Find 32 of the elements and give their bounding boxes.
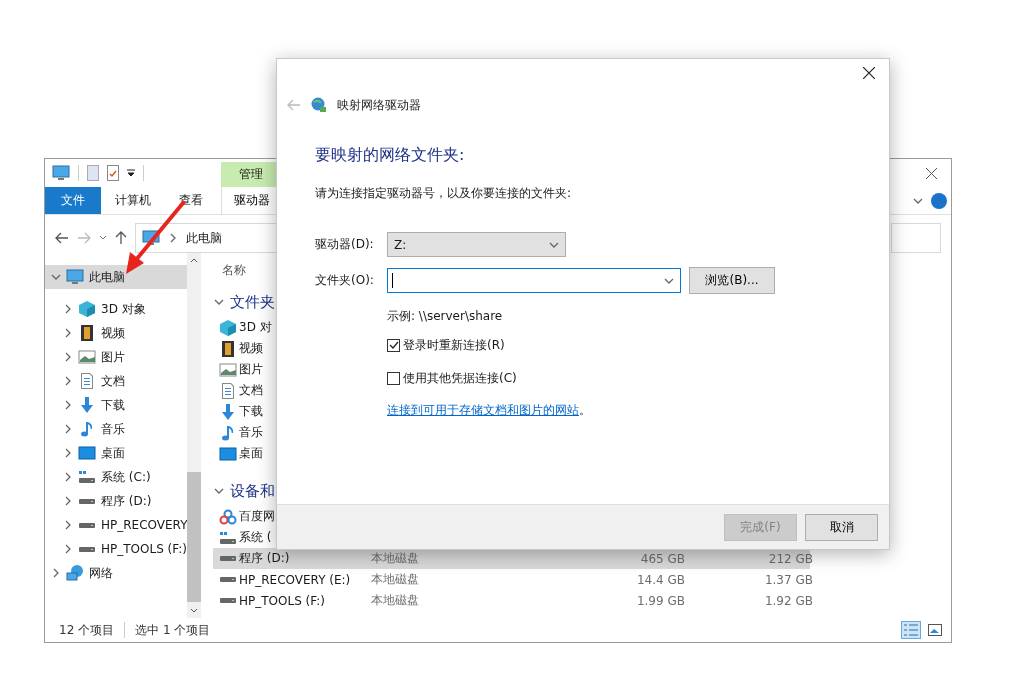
example-text: 示例: \\server\share [387, 308, 504, 325]
name-cell-text: 桌面 [239, 445, 264, 462]
link-suffix: 。 [579, 402, 591, 419]
name-cell-text: 3D 对 [239, 319, 273, 336]
group-header: 设备和 [230, 481, 275, 501]
size-cell-text: 1.99 GB [635, 593, 685, 608]
name-cell-text: 图片 [239, 361, 264, 378]
free-space-cell-text: 1.37 GB [763, 572, 813, 587]
free-space-cell-text: 1.92 GB [763, 593, 813, 608]
type-cell-text: 本地磁盘 [371, 592, 420, 609]
free-space-cell-text: 212 GB [767, 551, 813, 566]
name-cell-text: 视频 [239, 340, 264, 357]
name-cell-text: 程序 (D:) [239, 550, 291, 567]
type-cell-text: 本地磁盘 [371, 571, 420, 588]
name-cell-text: HP_TOOLS (F:) [239, 593, 326, 608]
size-cell-text: 14.4 GB [635, 572, 685, 587]
name-cell-text: 系统 ( [239, 529, 273, 546]
group-header: 文件夹 [230, 292, 275, 312]
name-cell-text: 下载 [239, 403, 264, 420]
folder-label: 文件夹(O): [315, 272, 375, 289]
dialog-heading: 要映射的网络文件夹: [315, 145, 466, 166]
type-cell-text: 本地磁盘 [371, 550, 420, 567]
name-cell-text: 文档 [239, 382, 264, 399]
dialog-title: 映射网络驱动器 [337, 96, 421, 114]
size-cell-text: 465 GB [639, 551, 685, 566]
selection-count: 选中 1 个项目 [135, 621, 211, 639]
drive-label: 驱动器(D): [315, 236, 375, 253]
description-text: 请为连接指定驱动器号，以及你要连接的文件夹: [315, 185, 573, 202]
name-cell-text: 百度网 [239, 508, 276, 525]
name-cell-text: HP_RECOVERY (E:) [239, 572, 352, 587]
item-count: 12 个项目 [59, 621, 115, 639]
name-cell-text: 音乐 [239, 424, 264, 441]
